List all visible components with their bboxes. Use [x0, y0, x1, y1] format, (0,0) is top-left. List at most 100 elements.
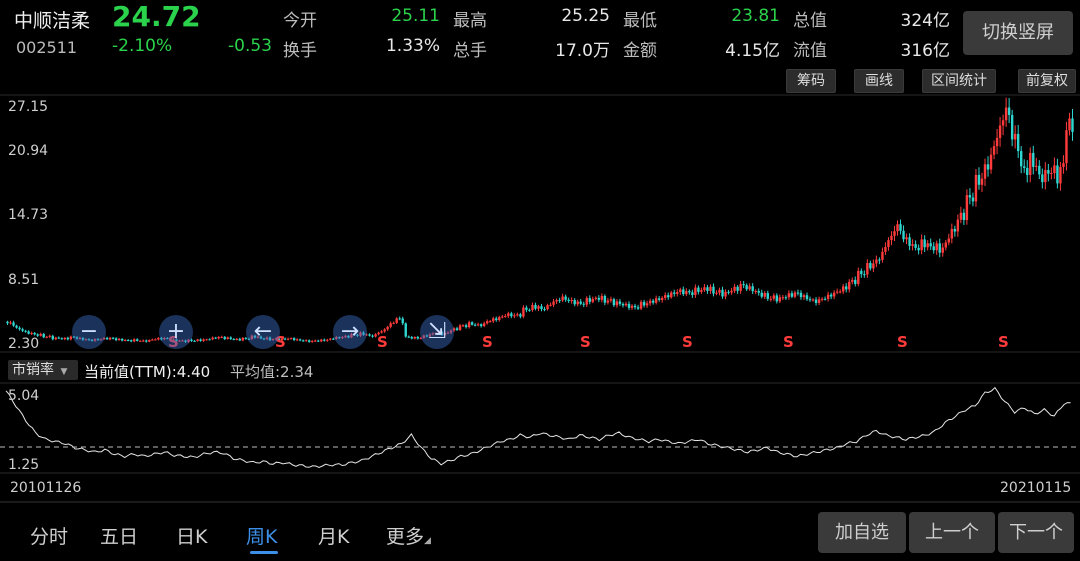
price-axis-label: 2.30 [8, 336, 40, 352]
candle-body [546, 305, 549, 310]
candle-body [609, 299, 613, 301]
candle-body [567, 299, 570, 301]
candle-body [636, 307, 640, 309]
candle-body [667, 295, 670, 298]
expand-corner-icon: ◢ [424, 536, 431, 546]
candle-body [314, 340, 317, 342]
candle-body [820, 298, 824, 300]
candle-body [624, 303, 628, 306]
candle-body [893, 231, 896, 236]
candle-body [501, 316, 504, 318]
candle-body [920, 239, 923, 251]
candle-body [543, 308, 546, 310]
tab-intraday[interactable]: 分时 [30, 522, 68, 549]
candle-body [766, 293, 769, 299]
candle-body [606, 300, 610, 303]
reset-zoom-icon[interactable]: ⇲ [420, 315, 454, 349]
indicator-select[interactable]: 市销率 ▼ [8, 360, 78, 380]
candle-body [673, 292, 676, 294]
candle-body [486, 321, 489, 324]
candle-body [205, 339, 208, 341]
candle-body [504, 316, 507, 318]
indicator-axis-bottom: 1.25 [8, 457, 40, 473]
candle-body [974, 174, 978, 202]
date-start: 20101126 [10, 480, 82, 496]
s-marker: S [580, 333, 591, 351]
s-marker: S [998, 333, 1009, 351]
candle-body [289, 338, 293, 340]
candle-body [875, 259, 878, 264]
candle-body [482, 323, 486, 327]
candle-body [694, 287, 697, 295]
candle-body [558, 300, 561, 302]
candle-body [404, 323, 407, 337]
candle-body [715, 292, 718, 294]
candle-body [211, 337, 214, 340]
candle-body [407, 336, 410, 338]
candle-body [202, 339, 205, 341]
pan-left-icon[interactable]: ← [246, 315, 280, 349]
s-marker: S [897, 333, 908, 351]
candle-body [154, 339, 157, 341]
candle-body [467, 322, 471, 328]
previous-stock-button[interactable]: 上一个 [909, 512, 995, 553]
candle-body [24, 330, 27, 332]
candle-body [838, 291, 842, 293]
candle-body [757, 290, 760, 293]
candle-body [727, 291, 730, 293]
candle-body [654, 298, 658, 303]
tab-weekly-k[interactable]: 周K [246, 522, 277, 549]
candle-body [69, 336, 73, 340]
candle-body [193, 340, 196, 342]
candle-body [944, 242, 947, 248]
candle-body [196, 339, 199, 342]
candle-body [857, 270, 860, 284]
candle-body [311, 340, 314, 342]
candle-body [639, 301, 643, 309]
candle-body [718, 289, 721, 293]
candle-body [371, 335, 374, 337]
candle-body [817, 299, 821, 303]
candle-body [304, 340, 308, 342]
candle-body [54, 337, 57, 340]
tab-more[interactable]: 更多◢ [386, 522, 431, 549]
pan-right-icon[interactable]: → [333, 315, 367, 349]
add-watchlist-button[interactable]: 加自选 [818, 512, 906, 553]
candle-body [120, 338, 124, 341]
candle-body [136, 339, 139, 341]
candle-body [15, 325, 18, 328]
tab-five-day[interactable]: 五日 [100, 522, 138, 549]
candle-body [232, 338, 235, 340]
candle-body [645, 303, 649, 306]
candle-body [835, 291, 839, 293]
candle-body [697, 287, 700, 292]
zoom-in-icon[interactable]: + [159, 315, 193, 349]
candle-body [60, 338, 64, 340]
tab-daily-k[interactable]: 日K [176, 522, 207, 549]
candle-body [932, 246, 935, 251]
candle-body [30, 332, 33, 334]
candle-body [890, 235, 893, 241]
candle-body [630, 305, 634, 308]
candle-body [66, 337, 70, 340]
candle-body [950, 228, 954, 239]
candle-body [911, 244, 914, 246]
kline-chart[interactable] [0, 0, 1080, 561]
candle-body [688, 291, 691, 293]
candle-body [1059, 167, 1062, 184]
candle-body [1023, 166, 1026, 168]
candle-body [564, 296, 567, 300]
candle-body [507, 313, 510, 317]
candle-body [769, 298, 772, 300]
indicator-average: 平均值:2.34 [230, 363, 314, 381]
next-stock-button[interactable]: 下一个 [998, 512, 1074, 553]
tab-monthly-k[interactable]: 月K [318, 522, 349, 549]
candle-body [214, 337, 217, 339]
candle-body [461, 325, 465, 327]
candle-body [139, 340, 142, 342]
candle-body [108, 337, 112, 340]
candle-body [851, 279, 854, 282]
candle-body [33, 332, 36, 335]
zoom-out-icon[interactable]: − [72, 315, 106, 349]
candle-body [860, 270, 863, 275]
